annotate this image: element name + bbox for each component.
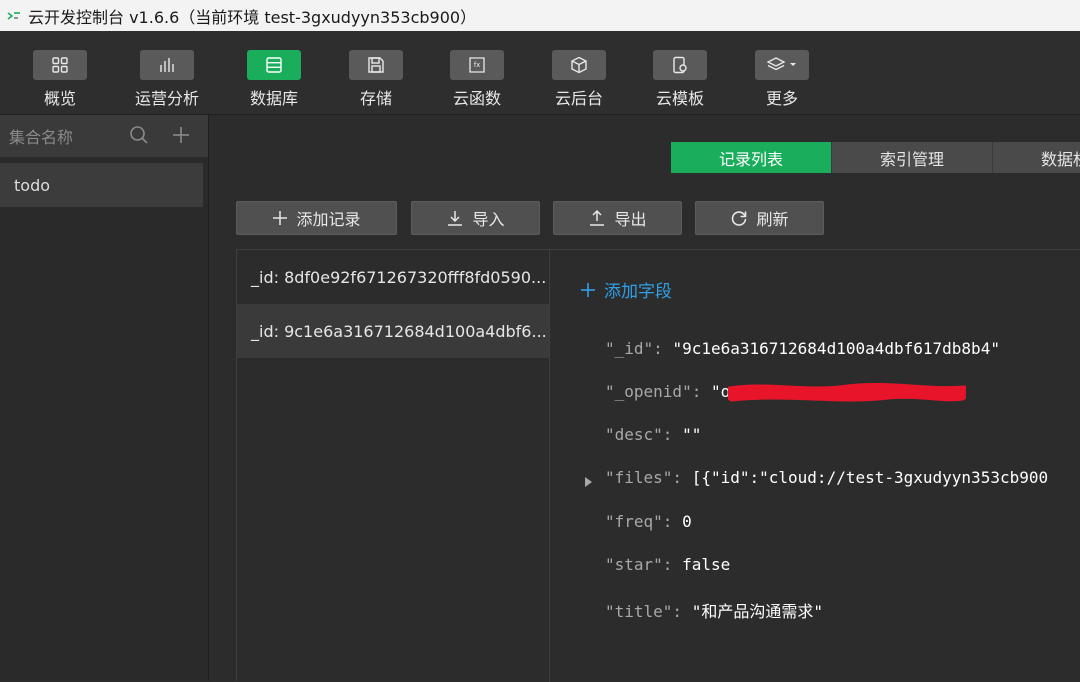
toolbar-item-label: 云函数: [452, 89, 501, 108]
search-icon[interactable]: [129, 125, 149, 149]
field-key: "files":: [605, 468, 683, 487]
database-icon: [247, 50, 301, 80]
field-title[interactable]: "title": "和产品沟通需求": [605, 598, 823, 622]
toolbar-item-label: 存储: [359, 89, 392, 108]
toolbar-database-button[interactable]: 数据库: [234, 50, 314, 109]
window-titlebar: 云开发控制台 v1.6.6（当前环境 test-3gxudyyn353cb900…: [0, 0, 1080, 31]
function-icon: fx: [450, 50, 504, 80]
field-key: "_id":: [605, 339, 663, 358]
toolbar-item-label: 运营分析: [134, 89, 199, 108]
field-key: "star":: [605, 555, 673, 574]
field-files[interactable]: "files": [{"id":"cloud://test-3gxudyyn35…: [605, 468, 1048, 487]
add-record-label: 添加记录: [296, 210, 361, 229]
save-icon: [349, 50, 403, 80]
toolbar-analytics-button[interactable]: 运营分析: [127, 50, 207, 109]
field-value: "和产品沟通需求": [691, 602, 823, 621]
collection-header: 集合名称: [0, 115, 208, 157]
collection-item-label: todo: [14, 175, 51, 195]
import-button[interactable]: 导入: [411, 201, 540, 235]
export-label: 导出: [614, 210, 647, 229]
field-key: "_openid":: [605, 382, 702, 401]
add-field-label: 添加字段: [604, 282, 672, 302]
record-item[interactable]: _id: 8df0e92f671267320fff8fd0590...: [237, 250, 549, 304]
collection-header-label: 集合名称: [9, 128, 74, 147]
field-value: "9c1e6a316712684d100a4dbf617db8b4": [672, 339, 1000, 358]
tab-record-list[interactable]: 记录列表: [671, 142, 832, 173]
field-id[interactable]: "_id": "9c1e6a316712684d100a4dbf617db8b4…: [605, 339, 1000, 358]
collection-item-todo[interactable]: todo: [0, 163, 203, 207]
toolbar-item-label: 云模板: [655, 89, 704, 108]
svg-text:fx: fx: [474, 61, 481, 69]
tab-index-management[interactable]: 索引管理: [832, 142, 993, 173]
refresh-label: 刷新: [756, 210, 789, 229]
refresh-icon: [732, 211, 747, 226]
toolbar-item-label: 云后台: [554, 89, 603, 108]
toolbar-item-label: 数据库: [249, 89, 298, 108]
export-button[interactable]: 导出: [553, 201, 682, 235]
field-desc[interactable]: "desc": "": [605, 425, 701, 444]
toolbar-templates-button[interactable]: 云模板: [640, 50, 720, 109]
records-panel: _id: 8df0e92f671267320fff8fd0590... _id:…: [236, 249, 1080, 682]
field-key: "desc":: [605, 425, 673, 444]
record-list: _id: 8df0e92f671267320fff8fd0590... _id:…: [237, 250, 550, 682]
download-icon: [448, 211, 463, 226]
toolbar-backend-button[interactable]: 云后台: [539, 50, 619, 109]
main-toolbar: 概览 运营分析 数据库 存储 fx 云函数 云后台 云模板 更多: [0, 31, 1080, 115]
refresh-button[interactable]: 刷新: [695, 201, 824, 235]
field-key: "title":: [605, 602, 683, 621]
window-title: 云开发控制台 v1.6.6（当前环境 test-3gxudyyn353cb900…: [28, 7, 477, 27]
field-value: 0: [682, 512, 692, 531]
field-freq[interactable]: "freq": 0: [605, 512, 692, 531]
add-field-button[interactable]: 添加字段: [580, 277, 672, 302]
app-logo-icon: [4, 6, 24, 26]
toolbar-item-label: 概览: [43, 89, 76, 108]
toolbar-more-button[interactable]: 更多: [742, 50, 822, 109]
plus-icon: [273, 211, 288, 225]
field-star[interactable]: "star": false: [605, 555, 730, 574]
cube-icon: [552, 50, 606, 80]
toolbar-storage-button[interactable]: 存储: [336, 50, 416, 109]
toolbar-functions-button[interactable]: fx 云函数: [437, 50, 517, 109]
expand-caret-icon[interactable]: [584, 472, 593, 491]
add-collection-icon[interactable]: [171, 125, 191, 149]
bar-chart-icon: [140, 50, 194, 80]
field-key: "freq":: [605, 512, 673, 531]
record-item-selected[interactable]: _id: 9c1e6a316712684d100a4dbf6...: [237, 304, 549, 358]
layers-icon: [755, 50, 809, 80]
record-detail: 添加字段 "_id": "9c1e6a316712684d100a4dbf617…: [550, 250, 1080, 682]
grid-icon: [33, 50, 87, 80]
field-value: false: [682, 555, 731, 574]
template-icon: [653, 50, 707, 80]
toolbar-item-label: 更多: [765, 89, 798, 108]
add-record-button[interactable]: 添加记录: [236, 201, 397, 235]
view-tabs: 记录列表 索引管理 数据权限: [671, 142, 1080, 173]
field-value: "": [682, 425, 702, 444]
plus-icon: [581, 282, 595, 297]
main-content: 记录列表 索引管理 数据权限 添加记录 导入 导出 刷新 _id: 8df0e9…: [209, 115, 1080, 682]
import-label: 导入: [472, 210, 505, 229]
redaction-scribble: [728, 383, 966, 402]
toolbar-overview-button[interactable]: 概览: [20, 50, 100, 109]
upload-icon: [590, 209, 605, 226]
field-value: [{"id":"cloud://test-3gxudyyn353cb900: [691, 468, 1049, 487]
collection-sidebar: 集合名称 todo: [0, 115, 209, 681]
tab-data-permission[interactable]: 数据权限: [993, 142, 1080, 173]
